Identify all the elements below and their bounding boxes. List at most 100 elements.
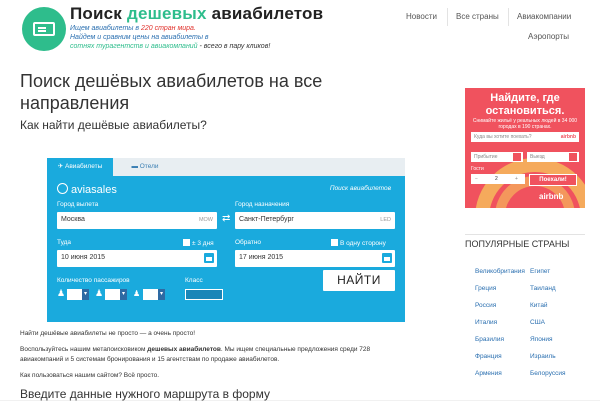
widget-tabs: ✈ Авиабилеты ▬ Отели	[47, 158, 405, 176]
tagline-text: - всего в пару кликов!	[197, 43, 271, 50]
site-header: Поиск дешевых авиабилетов Ищем авиабилет…	[0, 0, 600, 70]
country-link[interactable]: Греция	[475, 285, 496, 292]
section-heading: Введите данные нужного маршрута в форму	[20, 387, 270, 401]
ad-checkin-placeholder: Прибытие	[474, 154, 498, 160]
tab-flights[interactable]: ✈ Авиабилеты	[47, 158, 113, 176]
main-content: Поиск дешёвых авиабилетов на все направл…	[0, 70, 600, 401]
to-input[interactable]: Санкт-Петербург LED	[235, 212, 395, 229]
country-link[interactable]: Великобритания	[475, 268, 525, 275]
adult-icon: ♟	[57, 288, 66, 298]
site-title[interactable]: Поиск дешевых авиабилетов	[70, 4, 323, 24]
ad-destination-placeholder: Куда вы хотите поехать?	[474, 134, 532, 140]
class-label: Класс	[185, 277, 203, 284]
nav-airlines[interactable]: Авиакомпании	[517, 12, 571, 21]
airbnb-ad-banner[interactable]: Найдите, где остановиться. Снимайте жиль…	[465, 88, 585, 208]
infant-icon: ♟	[133, 289, 141, 298]
tagline: Ищем авиабилеты в 220 стран мира. Найдем…	[70, 24, 270, 51]
adults-select[interactable]: ▾	[67, 289, 89, 300]
paragraph-text: . Мы ищем специальные предложения среди …	[220, 346, 371, 353]
flex-dates-checkbox[interactable]: ± 3 дня	[183, 239, 214, 247]
oneway-checkbox[interactable]: В одну сторону	[331, 239, 386, 247]
country-link[interactable]: США	[530, 319, 545, 326]
title-highlight: дешевых	[126, 4, 207, 23]
calendar-icon[interactable]	[569, 153, 577, 161]
country-link[interactable]: Россия	[475, 302, 496, 309]
ad-logo-small: airbnb	[560, 134, 576, 140]
bed-icon: ▬	[131, 163, 140, 170]
to-value: Санкт-Петербург	[239, 216, 294, 223]
page-subtitle: Как найти дешёвые авиабилеты?	[20, 118, 207, 132]
tab-hotels[interactable]: ▬ Отели	[113, 158, 177, 176]
flight-search-widget: ✈ Авиабилеты ▬ Отели aviasales Поиск ави…	[47, 158, 405, 322]
tagline-text: Ищем авиабилеты в	[70, 25, 141, 32]
checkbox-box	[331, 239, 338, 246]
checkbox-box	[183, 239, 190, 246]
page-title: Поиск дешёвых авиабилетов на все направл…	[20, 71, 323, 113]
nav-news[interactable]: Новости	[406, 12, 437, 21]
depart-label: Туда	[57, 239, 72, 246]
nav-airports[interactable]: Аэропорты	[528, 32, 569, 41]
ad-checkout-input[interactable]: Выезд	[527, 152, 579, 162]
ad-guests-stepper[interactable]: − 2 +	[471, 174, 525, 184]
swap-icon[interactable]: ⇄	[222, 213, 230, 224]
tagline-red: 220 стран мира.	[140, 25, 196, 32]
ad-subtitle: Снимайте жильё у реальных людей в 34 000…	[472, 118, 578, 130]
chevron-down-icon: ▾	[82, 289, 89, 300]
paragraph-bold: дешевых авиабилетов	[147, 346, 221, 353]
plus-icon[interactable]: +	[515, 176, 518, 182]
ad-guests-label: Гости	[471, 166, 484, 172]
paragraph-text: Воспользуйтесь нашим метапоисковиком	[20, 346, 148, 353]
nav-all-countries[interactable]: Все страны	[456, 12, 499, 21]
calendar-icon[interactable]	[513, 153, 521, 161]
plane-icon: ✈	[57, 163, 66, 170]
from-code: MOW	[198, 217, 213, 223]
country-link[interactable]: Израиль	[530, 353, 556, 360]
country-link[interactable]: Египет	[530, 268, 550, 275]
from-input[interactable]: Москва MOW	[57, 212, 217, 229]
find-hotels-option[interactable]: Найти отели	[326, 260, 373, 268]
ad-go-button[interactable]: Поехали!	[529, 174, 577, 186]
search-link[interactable]: Поиск авиабилетов	[330, 185, 391, 192]
class-select[interactable]	[185, 289, 223, 300]
calendar-icon[interactable]	[204, 253, 214, 263]
calendar-icon[interactable]	[382, 253, 392, 263]
child-icon: ♟	[95, 288, 104, 298]
find-button[interactable]: НАЙТИ	[323, 270, 395, 291]
country-link[interactable]: Таиланд	[530, 285, 556, 292]
infants-select[interactable]: ▾	[143, 289, 165, 300]
intro-paragraph: Найти дешёвые авиабилеты не просто — а о…	[20, 330, 196, 337]
country-link[interactable]: Италия	[475, 319, 497, 326]
country-link[interactable]: Франция	[475, 353, 502, 360]
from-value: Москва	[61, 216, 85, 223]
aviasales-logo[interactable]: aviasales	[57, 183, 117, 196]
ad-checkin-input[interactable]: Прибытие	[471, 152, 523, 162]
oneway-label: В одну сторону	[340, 240, 386, 247]
depart-value: 10 июня 2015	[61, 254, 106, 261]
return-label: Обратно	[235, 239, 262, 246]
children-select[interactable]: ▾	[105, 289, 127, 300]
ad-checkout-placeholder: Выезд	[530, 154, 545, 160]
return-value: 17 июня 2015	[239, 254, 284, 261]
country-link[interactable]: Бразилия	[475, 336, 504, 343]
to-code: LED	[380, 217, 391, 223]
minus-icon[interactable]: −	[475, 176, 478, 182]
country-link[interactable]: Китай	[530, 302, 548, 309]
chevron-down-icon: ▾	[158, 289, 165, 300]
hotels-label: Найти отели	[335, 261, 373, 268]
chevron-down-icon: ▾	[120, 289, 127, 300]
nav-divider	[508, 8, 509, 26]
nav-divider	[447, 8, 448, 26]
checkbox-box	[326, 260, 333, 267]
passengers-label: Количество пассажиров	[57, 277, 130, 284]
ad-destination-input[interactable]: Куда вы хотите поехать? airbnb	[471, 132, 579, 142]
to-label: Город назначения	[235, 201, 290, 208]
tagline-text: Найдем и сравним цены на авиабилеты в	[70, 34, 209, 41]
info-paragraph-line2: авиакомпаний и 5 системам бронирования и…	[20, 356, 280, 363]
howto-paragraph: Как пользоваться нашим сайтом? Всё прост…	[20, 372, 160, 379]
title-part: авиабилетов	[206, 4, 324, 23]
country-link[interactable]: Белоруссия	[530, 370, 566, 377]
ticket-logo-icon[interactable]	[22, 7, 66, 51]
depart-date-input[interactable]: 10 июня 2015	[57, 250, 217, 267]
country-link[interactable]: Армения	[475, 370, 502, 377]
country-link[interactable]: Япония	[530, 336, 553, 343]
